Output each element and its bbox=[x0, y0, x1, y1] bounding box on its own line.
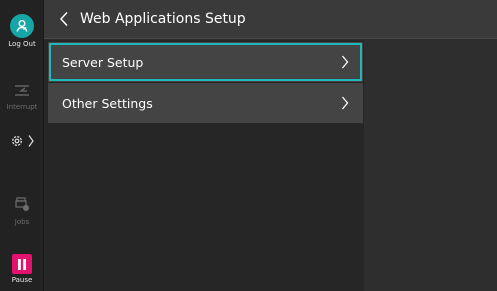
settings-menu-button[interactable] bbox=[0, 134, 44, 148]
jobs-icon bbox=[14, 196, 30, 216]
interrupt-label: Interrupt bbox=[6, 103, 38, 111]
screen: Log Out Interrupt Jobs Pause Web Applica… bbox=[0, 0, 497, 291]
settings-list: Server Setup Other Settings bbox=[44, 40, 364, 291]
list-item-label: Other Settings bbox=[62, 95, 153, 111]
logout-button[interactable]: Log Out bbox=[0, 14, 44, 48]
chevron-left-icon bbox=[59, 11, 68, 27]
left-rail: Log Out Interrupt Jobs Pause bbox=[0, 0, 44, 291]
pause-icon bbox=[12, 254, 32, 274]
chevron-right-icon bbox=[342, 55, 349, 69]
interrupt-icon bbox=[13, 82, 31, 101]
chevron-right-icon bbox=[342, 96, 349, 110]
back-button[interactable] bbox=[44, 0, 84, 39]
list-item-label: Server Setup bbox=[62, 54, 144, 70]
title-bar: Web Applications Setup bbox=[44, 0, 497, 39]
logout-label: Log Out bbox=[8, 40, 36, 48]
chevron-right-icon bbox=[28, 135, 34, 147]
pause-button[interactable]: Pause bbox=[0, 254, 44, 284]
page-title: Web Applications Setup bbox=[80, 11, 246, 27]
jobs-label: Jobs bbox=[14, 218, 30, 226]
interrupt-button[interactable]: Interrupt bbox=[0, 82, 44, 111]
list-item-server-setup[interactable]: Server Setup bbox=[48, 42, 363, 82]
user-icon bbox=[10, 14, 34, 38]
list-item-other-settings[interactable]: Other Settings bbox=[48, 83, 363, 123]
detail-area bbox=[364, 40, 497, 291]
pause-label: Pause bbox=[11, 276, 33, 284]
gear-icon bbox=[12, 136, 22, 146]
jobs-button[interactable]: Jobs bbox=[0, 196, 44, 226]
settings-group bbox=[10, 134, 34, 148]
